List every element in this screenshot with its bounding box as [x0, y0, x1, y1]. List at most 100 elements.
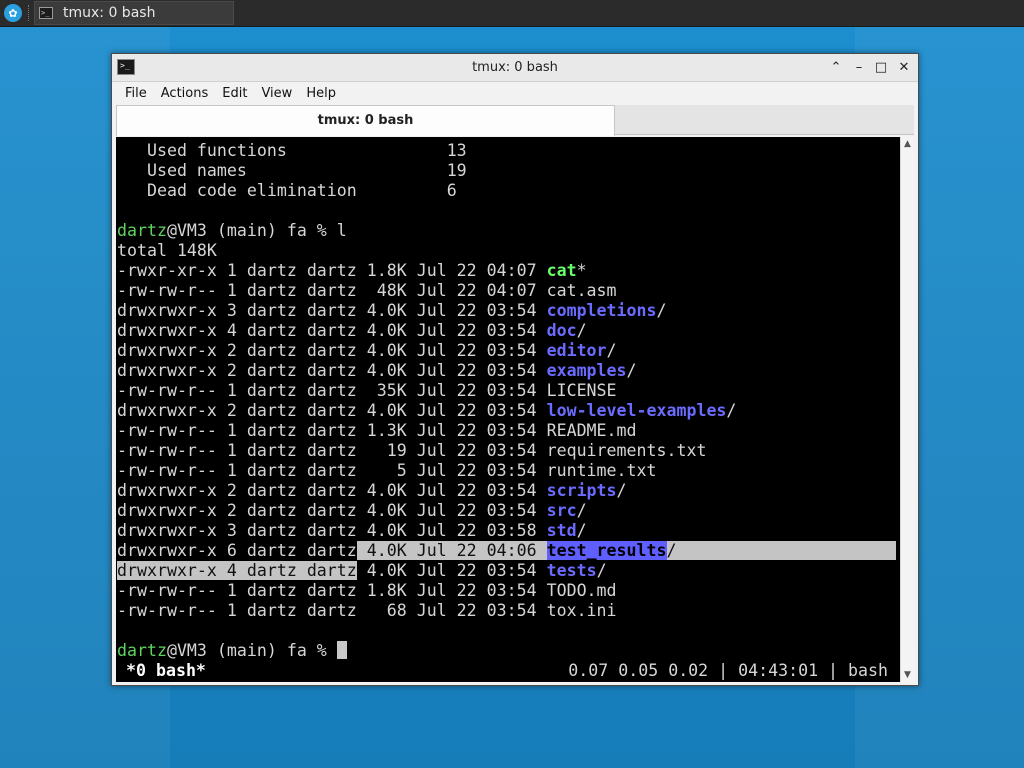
file-name: std	[546, 521, 577, 540]
tab-tmux-bash[interactable]: tmux: 0 bash	[116, 105, 615, 136]
listing-row: drwxrwxr-x 2 dartz dartz 4.0K Jul 22 03:…	[117, 341, 617, 361]
taskbar-task-label: tmux: 0 bash	[63, 5, 156, 21]
maximize-icon[interactable]: □	[872, 59, 890, 77]
file-meta: drwxrwxr-x 2 dartz dartz 4.0K Jul 22 03:…	[117, 481, 547, 500]
menu-view[interactable]: View	[254, 86, 299, 101]
tmux-status-bar: *0 bash* 0.07 0.05 0.02 | 04:43:01 | bash	[116, 661, 900, 681]
file-meta: -rw-rw-r-- 1 dartz dartz 1.3K Jul 22 03:…	[117, 421, 547, 440]
file-suffix: /	[576, 521, 587, 540]
file-name: cat	[546, 261, 577, 280]
file-meta: drwxrwxr-x 4 dartz dartz 4.0K Jul 22 03:…	[117, 321, 547, 340]
file-name: editor	[546, 341, 607, 360]
file-name: TODO.md	[546, 581, 617, 600]
file-meta: drwxrwxr-x 6 dartz dartz	[117, 541, 357, 560]
file-suffix: *	[576, 261, 587, 280]
file-suffix: /	[576, 501, 587, 520]
stat-label: Dead code elimination	[117, 181, 447, 200]
file-name: scripts	[546, 481, 617, 500]
selection-highlight: 4.0K Jul 22 04:06	[356, 541, 547, 560]
file-meta: -rw-rw-r-- 1 dartz dartz 48K Jul 22 04:0…	[117, 281, 547, 300]
file-meta: drwxrwxr-x 3 dartz dartz 4.0K Jul 22 03:…	[117, 521, 547, 540]
listing-row: -rw-rw-r-- 1 dartz dartz 35K Jul 22 03:5…	[117, 381, 617, 401]
menu-actions[interactable]: Actions	[154, 86, 216, 101]
file-name: doc	[546, 321, 577, 340]
window-title: tmux: 0 bash	[472, 60, 558, 75]
tmux-window-list: *0 bash*	[126, 661, 206, 680]
file-meta: -rw-rw-r-- 1 dartz dartz 1.8K Jul 22 03:…	[117, 581, 547, 600]
xfce-menu-icon[interactable]: ✿	[4, 4, 22, 22]
file-meta: drwxrwxr-x 2 dartz dartz 4.0K Jul 22 03:…	[117, 501, 547, 520]
vertical-scrollbar[interactable]: ▲ ▼	[900, 137, 914, 682]
listing-row: -rwxr-xr-x 1 dartz dartz 1.8K Jul 22 04:…	[117, 261, 587, 281]
file-name: requirements.txt	[546, 441, 707, 460]
window-titlebar[interactable]: >_ tmux: 0 bash ⌃ – □ ✕	[112, 54, 918, 82]
close-icon[interactable]: ✕	[895, 59, 913, 77]
file-name: test_results	[546, 541, 667, 560]
listing-row: -rw-rw-r-- 1 dartz dartz 48K Jul 22 04:0…	[117, 281, 617, 301]
stat-line: Dead code elimination 6	[117, 181, 457, 201]
terminal-icon: >_	[39, 7, 53, 19]
file-meta: drwxrwxr-x 3 dartz dartz 4.0K Jul 22 03:…	[117, 301, 547, 320]
selection-highlight: /	[666, 541, 897, 560]
stat-line: Used names 19	[117, 161, 467, 181]
taskbar: ✿ >_ tmux: 0 bash	[0, 0, 1024, 27]
stat-label: Used names	[117, 161, 447, 180]
menu-file[interactable]: File	[118, 86, 154, 101]
file-meta: -rwxr-xr-x 1 dartz dartz 1.8K Jul 22 04:…	[117, 261, 547, 280]
file-name: LICENSE	[546, 381, 617, 400]
total-line: total 148K	[117, 241, 217, 261]
minimize-icon[interactable]: ⌃	[827, 59, 845, 77]
restore-down-icon[interactable]: –	[850, 59, 868, 77]
file-name: tox.ini	[546, 601, 617, 620]
prompt-user: dartz	[117, 641, 167, 660]
file-suffix: /	[576, 321, 587, 340]
file-meta: -rw-rw-r-- 1 dartz dartz 19 Jul 22 03:54	[117, 441, 547, 460]
scroll-down-icon[interactable]: ▼	[901, 668, 914, 682]
file-suffix: /	[726, 401, 737, 420]
text-cursor	[336, 641, 347, 659]
stat-value: 13	[446, 141, 467, 160]
listing-row: -rw-rw-r-- 1 dartz dartz 1.8K Jul 22 03:…	[117, 581, 617, 601]
listing-total: total 148K	[117, 241, 217, 260]
selection-highlight: drwxrwxr-x 4 dartz dartz	[117, 561, 357, 580]
terminal-window: >_ tmux: 0 bash ⌃ – □ ✕ File Actions Edi…	[111, 53, 919, 686]
tab-bar: tmux: 0 bash	[116, 105, 914, 136]
listing-row: drwxrwxr-x 6 dartz dartz 4.0K Jul 22 04:…	[117, 541, 897, 561]
taskbar-separator	[28, 5, 30, 21]
file-name: src	[546, 501, 577, 520]
file-meta: drwxrwxr-x 2 dartz dartz 4.0K Jul 22 03:…	[117, 341, 547, 360]
file-meta: drwxrwxr-x 2 dartz dartz 4.0K Jul 22 03:…	[117, 361, 547, 380]
taskbar-task-tmux[interactable]: >_ tmux: 0 bash	[34, 1, 234, 25]
prompt-command: l	[336, 221, 347, 240]
stat-line: Used functions 13	[117, 141, 467, 161]
tmux-status-right: 0.07 0.05 0.02 | 04:43:01 | bash	[568, 661, 888, 680]
listing-row: -rw-rw-r-- 1 dartz dartz 1.3K Jul 22 03:…	[117, 421, 637, 441]
file-meta: -rw-rw-r-- 1 dartz dartz 35K Jul 22 03:5…	[117, 381, 547, 400]
listing-row: drwxrwxr-x 4 dartz dartz 4.0K Jul 22 03:…	[117, 321, 587, 341]
file-name: examples	[546, 361, 627, 380]
listing-row: -rw-rw-r-- 1 dartz dartz 5 Jul 22 03:54 …	[117, 461, 657, 481]
listing-row: -rw-rw-r-- 1 dartz dartz 68 Jul 22 03:54…	[117, 601, 617, 621]
file-meta: -rw-rw-r-- 1 dartz dartz 5 Jul 22 03:54	[117, 461, 547, 480]
file-meta: 4.0K Jul 22 03:54	[356, 561, 547, 580]
stat-value: 19	[446, 161, 467, 180]
listing-row: drwxrwxr-x 3 dartz dartz 4.0K Jul 22 03:…	[117, 301, 667, 321]
file-suffix: /	[616, 481, 627, 500]
listing-row: -rw-rw-r-- 1 dartz dartz 19 Jul 22 03:54…	[117, 441, 706, 461]
prompt-host: @VM3 (main) fa %	[166, 221, 337, 240]
listing-row: drwxrwxr-x 4 dartz dartz 4.0K Jul 22 03:…	[117, 561, 607, 581]
prompt-user: dartz	[117, 221, 167, 240]
prompt-line: dartz@VM3 (main) fa %	[117, 641, 347, 661]
file-name: cat.asm	[546, 281, 617, 300]
listing-row: drwxrwxr-x 3 dartz dartz 4.0K Jul 22 03:…	[117, 521, 587, 541]
file-meta: -rw-rw-r-- 1 dartz dartz 68 Jul 22 03:54	[117, 601, 547, 620]
listing-row: drwxrwxr-x 2 dartz dartz 4.0K Jul 22 03:…	[117, 401, 736, 421]
scroll-up-icon[interactable]: ▲	[901, 137, 914, 151]
stat-label: Used functions	[117, 141, 447, 160]
file-name: completions	[546, 301, 657, 320]
file-suffix: /	[606, 341, 617, 360]
stat-value: 6	[446, 181, 457, 200]
menu-edit[interactable]: Edit	[215, 86, 254, 101]
terminal-output[interactable]: Used functions 13 Used names 19 Dead cod…	[116, 137, 900, 682]
menu-help[interactable]: Help	[299, 86, 343, 101]
